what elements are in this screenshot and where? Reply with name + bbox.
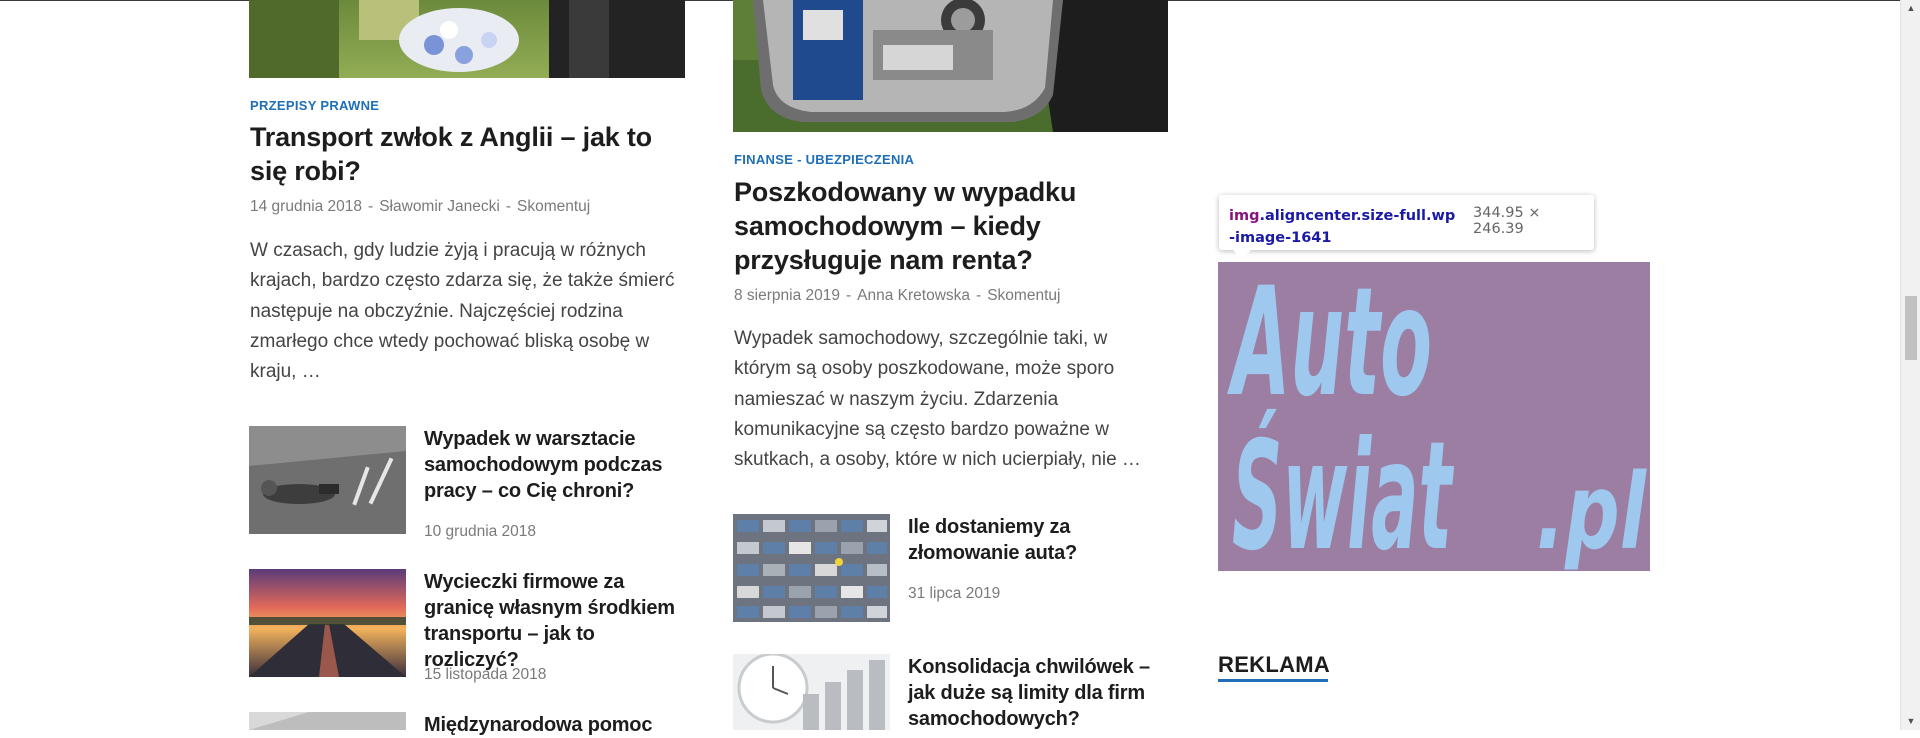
logo-word-auto: Auto bbox=[1227, 262, 1432, 430]
small-article-title[interactable]: Ile dostaniemy za złomowanie auta? bbox=[908, 514, 1108, 566]
article-author[interactable]: Anna Kretowska bbox=[857, 287, 970, 304]
article-author[interactable]: Sławomir Janecki bbox=[379, 198, 500, 215]
article-category[interactable]: PRZEPISY PRAWNE bbox=[250, 98, 379, 113]
article-title[interactable]: Poszkodowany w wypadku samochodowym – ki… bbox=[734, 175, 1174, 277]
logo-suffix-pl: .pl bbox=[1536, 451, 1647, 571]
small-article-date: 10 grudnia 2018 bbox=[424, 523, 537, 540]
element-classes: .aligncenter.size-full.wp-image-1641 bbox=[1229, 208, 1456, 246]
small-article-title[interactable]: Wypadek w warsztacie samochodowym podcza… bbox=[424, 426, 684, 504]
meta-separator: - bbox=[368, 198, 374, 215]
article-excerpt: W czasach, gdy ludzie żyją i pracują w r… bbox=[250, 240, 675, 383]
thumb-car-lot[interactable] bbox=[733, 514, 890, 622]
small-article-title[interactable]: Wycieczki firmowe za granicę własnym śro… bbox=[424, 569, 686, 673]
article-image-car-mirror[interactable] bbox=[733, 0, 1168, 132]
meta-separator: - bbox=[846, 287, 852, 304]
scrollbar-thumb[interactable] bbox=[1905, 296, 1917, 360]
article-category[interactable]: FINANSE - UBEZPIECZENIA bbox=[734, 152, 914, 167]
comment-link[interactable]: Skomentuj bbox=[987, 287, 1060, 304]
scroll-up-icon[interactable]: ▲ bbox=[1901, 0, 1920, 17]
article-meta: 8 sierpnia 2019- Anna Kretowska - Skomentuj bbox=[734, 287, 1060, 305]
heading-underline bbox=[1218, 679, 1328, 682]
thumb-international-aid[interactable] bbox=[249, 712, 406, 730]
logo-word-swiat: Świat bbox=[1232, 408, 1454, 571]
element-selector: img.aligncenter.size-full.wp-image-1641 bbox=[1229, 205, 1459, 249]
comment-link[interactable]: Skomentuj bbox=[517, 198, 590, 215]
devtools-inspect-tooltip: img.aligncenter.size-full.wp-image-1641 … bbox=[1219, 195, 1594, 259]
tooltip-arrow bbox=[1233, 250, 1251, 259]
thumb-workshop-accident[interactable] bbox=[249, 426, 406, 534]
element-dimensions: 344.95 × 246.39 bbox=[1473, 205, 1541, 237]
meta-separator: - bbox=[505, 198, 511, 215]
thumb-road-sunset[interactable] bbox=[249, 569, 406, 677]
article-meta: 14 grudnia 2018- Sławomir Janecki - Skoment… bbox=[250, 198, 590, 216]
meta-separator: - bbox=[976, 287, 982, 304]
article-date: 14 grudnia 2018 bbox=[250, 198, 363, 215]
thumb-clock-coins[interactable] bbox=[733, 654, 890, 730]
small-article-title[interactable]: Konsolidacja chwilówek – jak duże są lim… bbox=[908, 654, 1158, 732]
autoswiat-logo-image[interactable]: Auto Świat .pl bbox=[1218, 256, 1650, 584]
article-excerpt: Wypadek samochodowy, szczególnie taki, w… bbox=[734, 328, 1141, 471]
small-article-title[interactable]: Międzynarodowa pomoc bbox=[424, 712, 686, 738]
page-scrollbar[interactable]: ▲ ▼ bbox=[1900, 0, 1920, 730]
small-article-date: 15 listopada 2018 bbox=[424, 666, 547, 683]
reklama-heading: REKLAMA bbox=[1218, 652, 1331, 677]
small-article-date: 31 lipca 2019 bbox=[908, 585, 1001, 602]
article-title[interactable]: Transport zwłok z Anglii – jak to się ro… bbox=[250, 120, 680, 188]
scroll-down-icon[interactable]: ▼ bbox=[1901, 713, 1920, 730]
article-date: 8 sierpnia 2019 bbox=[734, 287, 840, 304]
article-image-flowers[interactable] bbox=[249, 0, 685, 78]
element-tag: img bbox=[1229, 208, 1260, 224]
